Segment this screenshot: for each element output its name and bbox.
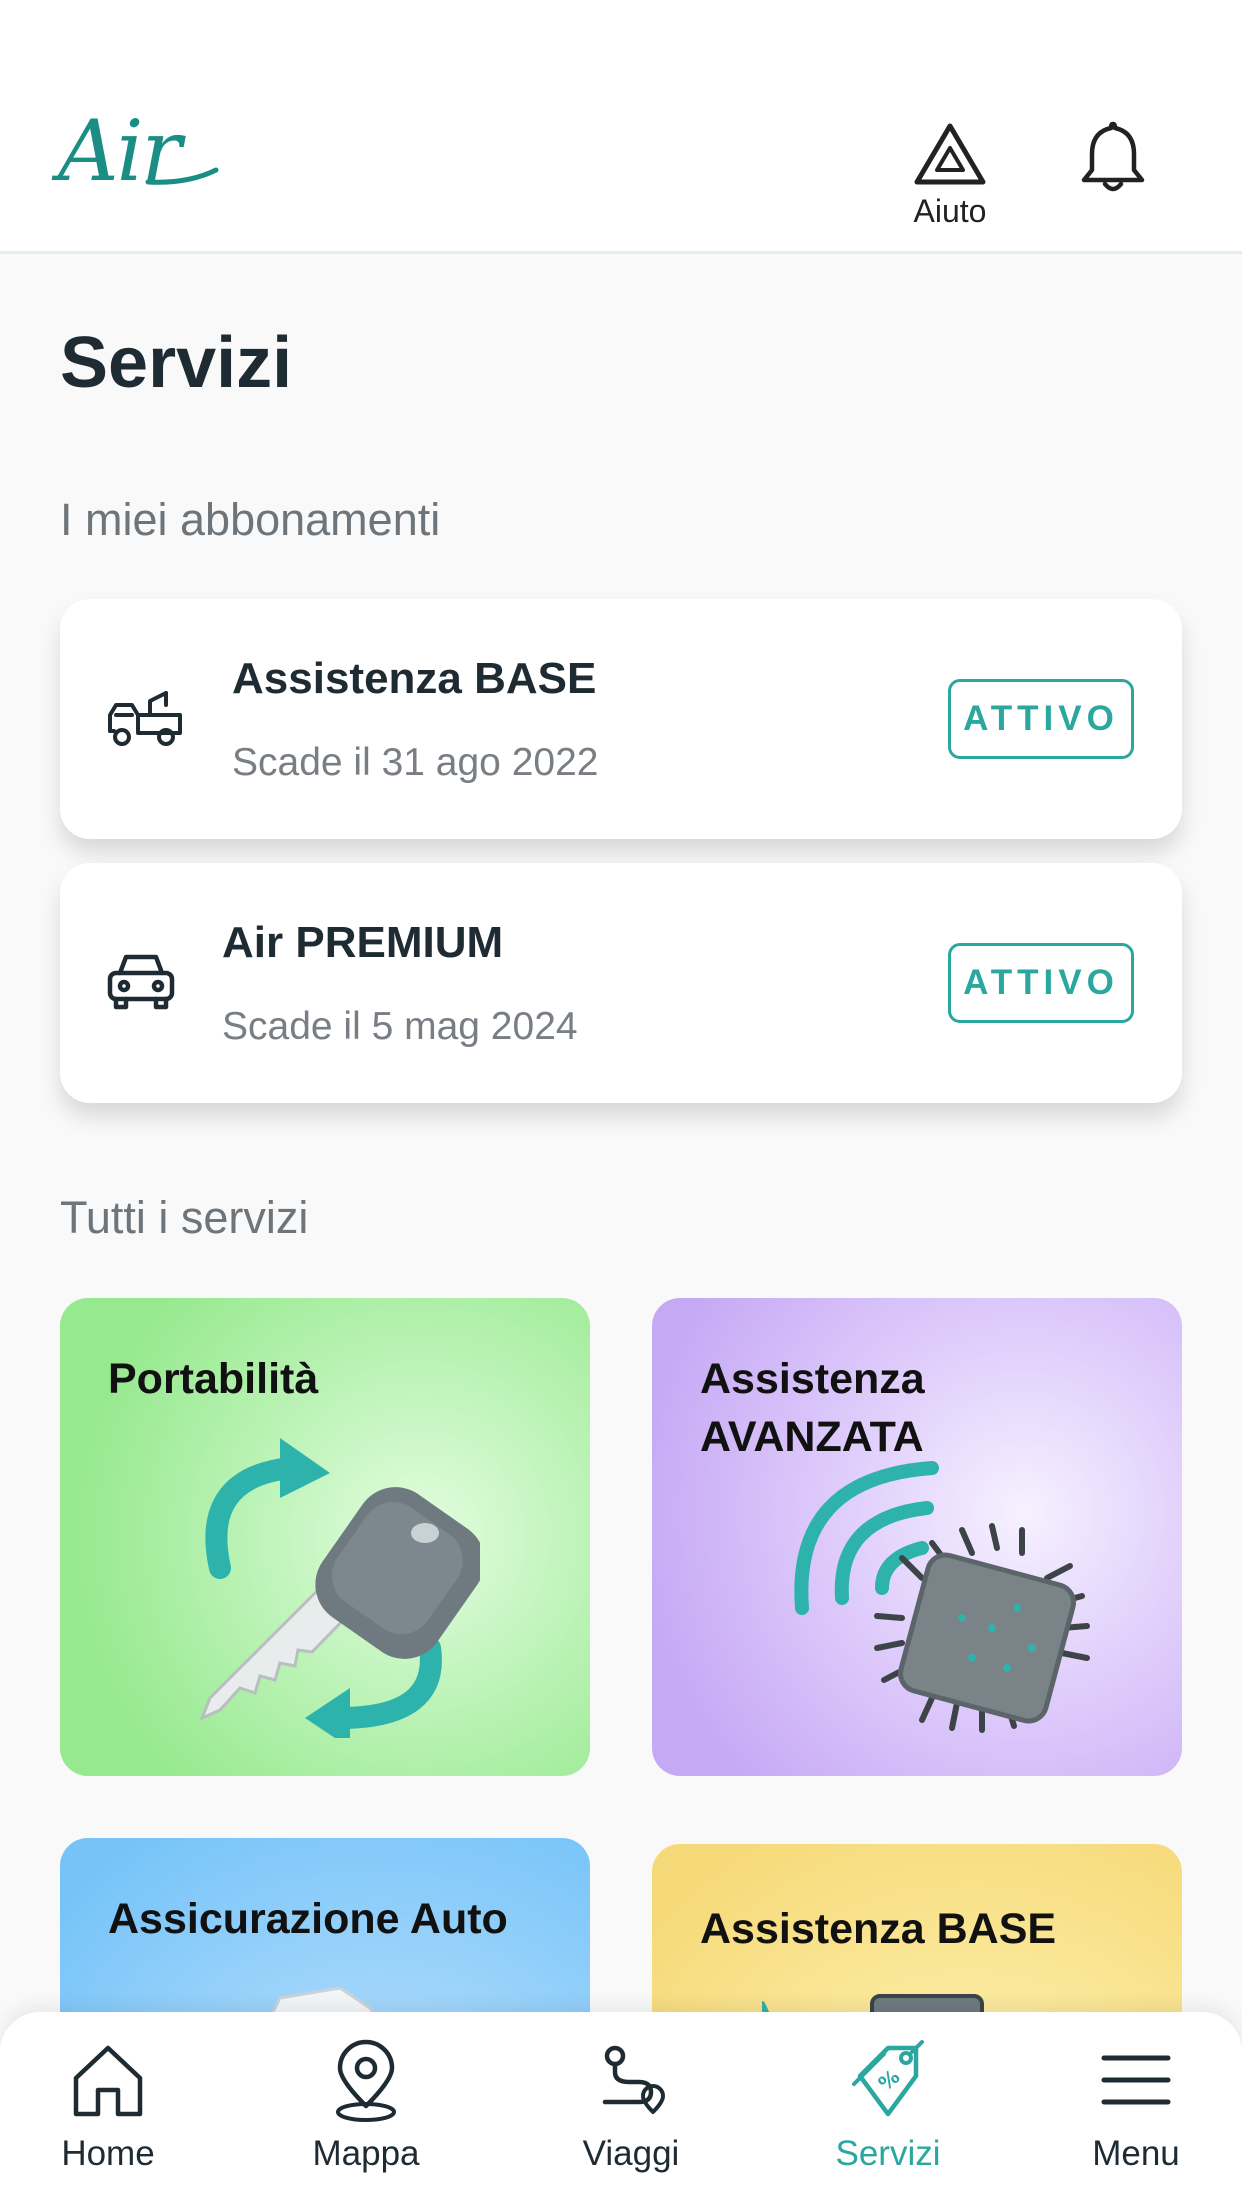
service-tile-portabilita[interactable]: Portabilità [60, 1298, 590, 1776]
nav-item-menu[interactable]: Menu [1036, 2036, 1236, 2174]
hamburger-menu-icon [1101, 2055, 1171, 2105]
app-header: Air Aiuto [0, 0, 1242, 254]
nav-label: Viaggi [582, 2134, 680, 2173]
tile-title: Portabilità [108, 1355, 319, 1403]
nav-item-mappa[interactable]: Mappa [266, 2036, 466, 2174]
services-screen: Air Aiuto Servizi I miei abbonamenti Ass… [0, 0, 1242, 2208]
nav-item-servizi[interactable]: % Servizi [788, 2036, 988, 2174]
nav-label: Mappa [312, 2134, 420, 2173]
services-section-label: Tutti i servizi [60, 1192, 309, 1243]
subscription-card-air-premium[interactable]: Air PREMIUM Scade il 5 mag 2024 ATTIVO [60, 863, 1182, 1103]
map-pin-icon [336, 2039, 396, 2122]
nav-item-home[interactable]: Home [8, 2036, 208, 2174]
tow-truck-icon [108, 691, 182, 746]
notifications-button[interactable] [1078, 120, 1148, 199]
discount-tag-icon: % [852, 2040, 924, 2117]
subscription-name: Air PREMIUM [222, 918, 504, 967]
tile-title: Assistenza AVANZATA [700, 1355, 925, 1461]
chip-signal-icon [794, 1461, 1090, 1733]
status-badge: ATTIVO [948, 679, 1134, 759]
nav-label: Menu [1092, 2134, 1180, 2173]
nav-item-viaggi[interactable]: Viaggi [531, 2036, 731, 2174]
page-title: Servizi [60, 323, 293, 403]
triangle-warning-icon [914, 123, 986, 185]
car-icon [107, 954, 175, 1010]
subscription-card-assistenza-base[interactable]: Assistenza BASE Scade il 31 ago 2022 ATT… [60, 599, 1182, 839]
help-button[interactable]: Aiuto [900, 122, 1000, 230]
service-tile-assistenza-avanzata[interactable]: Assistenza AVANZATA [652, 1298, 1182, 1776]
subscription-name: Assistenza BASE [232, 654, 597, 703]
svg-text:%: % [874, 2064, 905, 2095]
tile-title: Assistenza BASE [700, 1905, 1057, 1953]
bottom-navigation: Home Mappa Viaggi % Servizi Menu [0, 2012, 1242, 2208]
nav-label: Home [61, 2134, 155, 2173]
subscriptions-section-label: I miei abbonamenti [60, 494, 441, 545]
logo-swoosh-icon [145, 167, 219, 185]
home-icon [73, 2045, 143, 2117]
key-transfer-icon [199, 1438, 480, 1738]
help-label: Aiuto [913, 193, 987, 229]
subscription-expiry: Scade il 5 mag 2024 [222, 1005, 578, 1048]
nav-label: Servizi [835, 2134, 941, 2173]
subscription-expiry: Scade il 31 ago 2022 [232, 741, 599, 784]
route-icon [602, 2045, 665, 2114]
tile-title: Assicurazione Auto [108, 1895, 508, 1943]
bell-icon [1081, 121, 1145, 192]
status-badge: ATTIVO [948, 943, 1134, 1023]
